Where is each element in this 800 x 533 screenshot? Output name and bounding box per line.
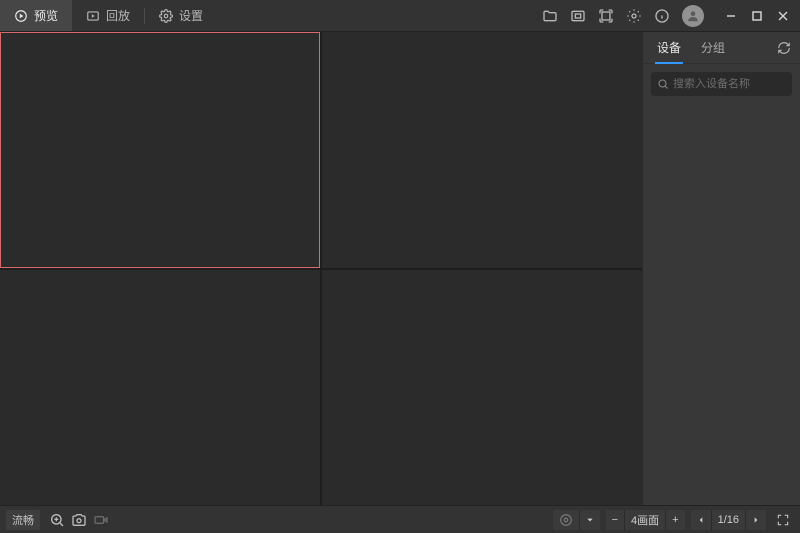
info-icon[interactable] — [654, 8, 670, 24]
quality-label: 流畅 — [12, 512, 34, 528]
page-next[interactable] — [746, 510, 766, 530]
app-root: 预览 回放 设置 — [0, 0, 800, 533]
page-label: 1/16 — [712, 510, 746, 530]
main-area: 设备 分组 — [0, 32, 800, 505]
side-tab-groups[interactable]: 分组 — [691, 32, 735, 63]
tab-label: 预览 — [34, 7, 58, 24]
page-prev[interactable] — [691, 510, 712, 530]
refresh-icon[interactable] — [776, 40, 792, 56]
record-icon[interactable] — [90, 510, 112, 530]
video-cell-4[interactable] — [322, 270, 642, 506]
search-input[interactable] — [673, 78, 800, 90]
device-search[interactable] — [651, 72, 792, 96]
capture-icon[interactable] — [598, 8, 614, 24]
side-panel-tabs: 设备 分组 — [643, 32, 800, 64]
titlebar: 预览 回放 设置 — [0, 0, 800, 32]
tab-preview[interactable]: 预览 — [0, 0, 72, 31]
minimize-button[interactable] — [724, 9, 738, 23]
fullscreen-icon[interactable] — [772, 510, 794, 530]
search-wrap — [643, 64, 800, 104]
layout-decrease[interactable]: − — [606, 510, 625, 530]
tab-settings[interactable]: 设置 — [145, 0, 217, 31]
window-controls — [724, 9, 790, 23]
camera-snapshot-icon[interactable] — [68, 510, 90, 530]
gear-icon — [159, 9, 173, 23]
tab-label: 回放 — [106, 7, 130, 24]
screenshot-icon[interactable] — [570, 8, 586, 24]
layout-label: 4画面 — [625, 510, 666, 530]
tab-label: 设置 — [179, 7, 203, 24]
side-tab-devices[interactable]: 设备 — [647, 32, 691, 63]
user-avatar[interactable] — [682, 5, 704, 27]
titlebar-actions — [542, 5, 800, 27]
settings-gear-icon[interactable] — [626, 8, 642, 24]
page-group: 1/16 — [691, 510, 766, 530]
video-grid — [0, 32, 642, 505]
ptz-dropdown[interactable] — [580, 510, 600, 530]
search-icon — [657, 78, 669, 90]
side-tab-label: 设备 — [657, 39, 681, 56]
layout-increase[interactable]: + — [666, 510, 684, 530]
play-circle-icon — [14, 9, 28, 23]
side-tab-label: 分组 — [701, 39, 725, 56]
quality-button[interactable]: 流畅 — [6, 510, 40, 530]
tab-playback[interactable]: 回放 — [72, 0, 144, 31]
ptz-group — [553, 510, 600, 530]
maximize-button[interactable] — [750, 9, 764, 23]
video-grid-viewer — [0, 32, 642, 505]
video-cell-1[interactable] — [0, 32, 320, 268]
zoom-icon[interactable] — [46, 510, 68, 530]
layout-group: − 4画面 + — [606, 510, 685, 530]
bottom-toolbar: 流畅 − 4画面 + 1/16 — [0, 505, 800, 533]
main-tabs: 预览 回放 设置 — [0, 0, 217, 31]
side-panel: 设备 分组 — [642, 32, 800, 505]
video-cell-3[interactable] — [0, 270, 320, 506]
video-cell-2[interactable] — [322, 32, 642, 268]
playback-icon — [86, 9, 100, 23]
close-button[interactable] — [776, 9, 790, 23]
folder-icon[interactable] — [542, 8, 558, 24]
ptz-button[interactable] — [553, 510, 580, 530]
